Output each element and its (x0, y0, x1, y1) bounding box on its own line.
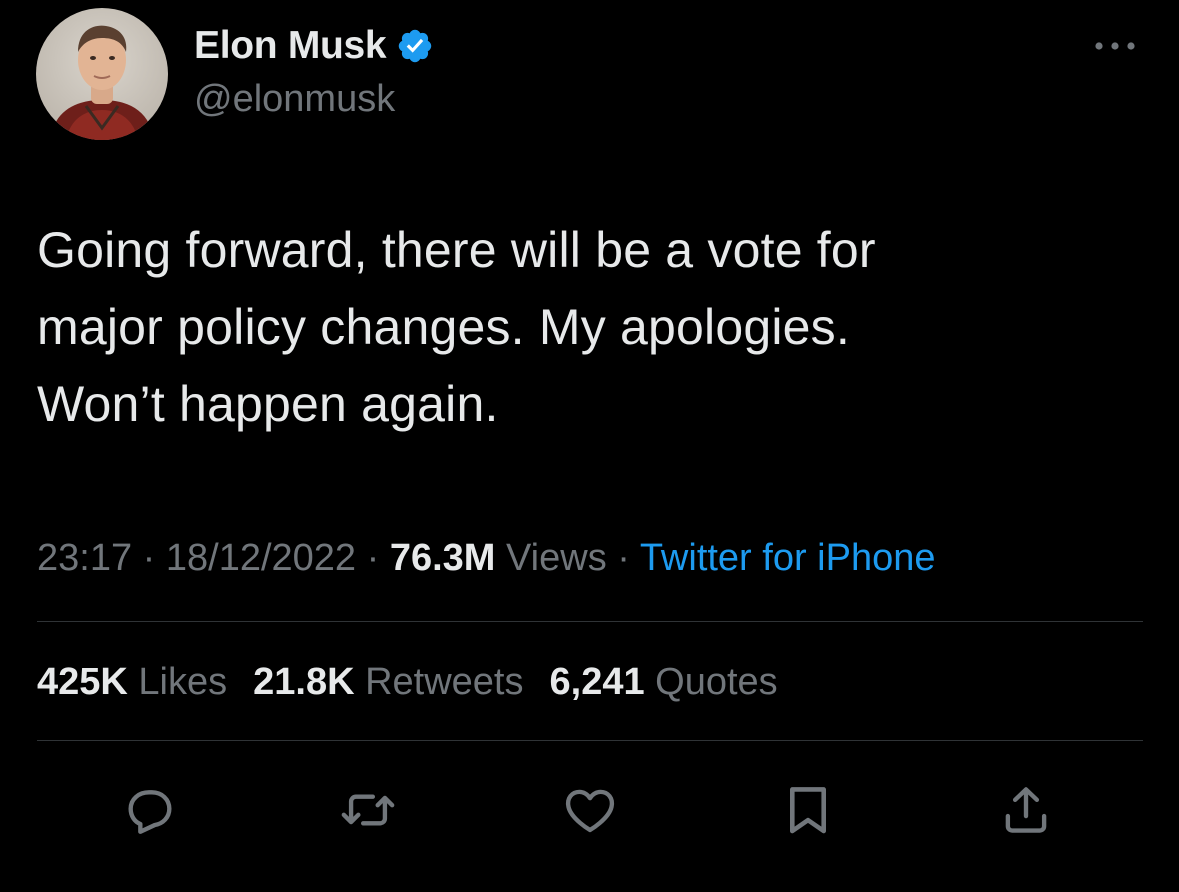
bookmark-icon (789, 787, 827, 834)
verified-badge-icon (396, 27, 434, 65)
divider (37, 740, 1143, 741)
views-label: Views (495, 537, 607, 579)
retweets-count: 21.8K (253, 661, 355, 703)
quotes-stat[interactable]: 6,241 Quotes (550, 658, 778, 706)
author-display-name[interactable]: Elon Musk (194, 24, 387, 68)
views-count: 76.3M (389, 537, 496, 579)
share-button[interactable] (996, 780, 1056, 840)
avatar-photo (36, 8, 168, 140)
retweet-icon (341, 794, 395, 826)
tweet-meta: 23:17 · 18/12/2022 · 76.3M Views · Twitt… (37, 534, 936, 582)
tweet-actions (0, 780, 1179, 840)
tweet-detail: Elon Musk @elonmusk Going forward, there… (0, 0, 1179, 892)
meta-separator: · (606, 537, 640, 579)
tweet-source-link[interactable]: Twitter for iPhone (640, 537, 936, 579)
meta-separator: · (356, 537, 390, 579)
engagement-stats: 425K Likes 21.8K Retweets 6,241 Quotes (37, 658, 804, 706)
quotes-count: 6,241 (549, 661, 645, 703)
retweets-stat[interactable]: 21.8K Retweets (253, 658, 523, 706)
divider (37, 621, 1143, 622)
like-button[interactable] (560, 780, 620, 840)
tweet-text: Going forward, there will be a vote for … (37, 222, 876, 432)
more-options-icon[interactable] (1091, 34, 1139, 58)
retweet-button[interactable] (338, 780, 398, 840)
retweets-label: Retweets (354, 661, 524, 703)
likes-stat[interactable]: 425K Likes (37, 658, 227, 706)
quotes-label: Quotes (644, 661, 778, 703)
tweet-time[interactable]: 23:17 (37, 537, 132, 579)
tweet-date[interactable]: 18/12/2022 (166, 537, 356, 579)
like-icon (565, 789, 615, 833)
reply-icon (128, 790, 172, 834)
author-handle[interactable]: @elonmusk (194, 78, 395, 121)
share-icon (1005, 787, 1047, 833)
bookmark-button[interactable] (778, 780, 838, 840)
likes-count: 425K (37, 661, 128, 703)
likes-label: Likes (127, 661, 228, 703)
reply-button[interactable] (120, 780, 180, 840)
author-name-row[interactable]: Elon Musk (194, 20, 434, 72)
meta-separator: · (132, 537, 166, 579)
avatar[interactable] (36, 8, 168, 140)
